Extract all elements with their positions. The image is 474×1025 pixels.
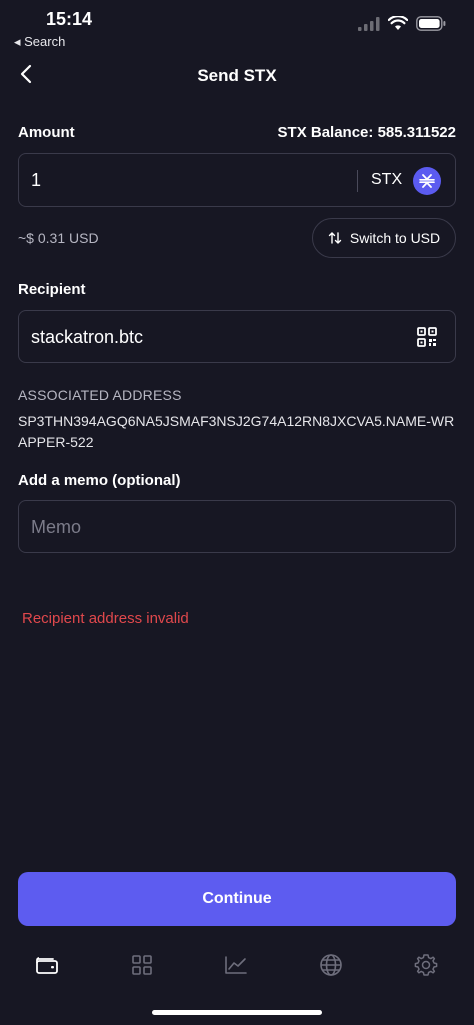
memo-input[interactable] bbox=[31, 513, 441, 541]
switch-currency-button[interactable]: Switch to USD bbox=[312, 218, 456, 258]
recipient-label: Recipient bbox=[18, 281, 86, 298]
amount-value[interactable]: 1 bbox=[31, 170, 41, 191]
page-title: Send STX bbox=[197, 66, 277, 85]
switch-currency-label: Switch to USD bbox=[349, 230, 441, 246]
memo-label: Add a memo (optional) bbox=[18, 472, 181, 489]
associated-address-label: ASSOCIATED ADDRESS bbox=[18, 387, 182, 403]
recipient-field[interactable]: stackatron.btc bbox=[18, 310, 456, 363]
wallet-icon bbox=[36, 957, 58, 974]
home-indicator bbox=[152, 1010, 322, 1015]
globe-icon bbox=[320, 954, 342, 976]
battery-icon bbox=[416, 16, 446, 31]
stx-logo-icon bbox=[413, 167, 441, 195]
gear-icon bbox=[414, 954, 438, 976]
currency-label: STX bbox=[371, 171, 403, 188]
fiat-estimate: ~$ 0.31 USD bbox=[18, 230, 99, 246]
tab-explore[interactable] bbox=[318, 952, 344, 978]
amount-label: Amount bbox=[18, 124, 75, 141]
status-time: 15:14 bbox=[46, 9, 93, 29]
chart-icon bbox=[225, 956, 247, 974]
swap-arrows-icon bbox=[328, 232, 342, 244]
tab-wallet[interactable] bbox=[34, 952, 60, 978]
grid-icon bbox=[132, 955, 152, 975]
wifi-icon bbox=[388, 16, 408, 30]
send-stx-screen: 15:14 ◂ Search Send STX Amount STX Balan… bbox=[0, 0, 474, 1025]
recipient-error-message: Recipient address invalid bbox=[22, 610, 189, 627]
associated-address-value: SP3THN394AGQ6NA5JSMAF3NSJ2G74A12RN8JXCVA… bbox=[18, 413, 455, 450]
tab-apps[interactable] bbox=[129, 952, 155, 978]
balance-text: STX Balance: 585.311522 bbox=[277, 124, 456, 141]
status-back-link[interactable]: ◂ Search bbox=[14, 34, 65, 50]
tab-stacking[interactable] bbox=[223, 952, 249, 978]
memo-field[interactable] bbox=[18, 500, 456, 553]
recipient-value[interactable]: stackatron.btc bbox=[31, 327, 143, 348]
status-icons bbox=[358, 16, 446, 31]
qr-scan-button[interactable] bbox=[417, 327, 437, 347]
bottom-tab-bar bbox=[0, 948, 474, 984]
tab-settings[interactable] bbox=[413, 952, 439, 978]
amount-divider bbox=[357, 170, 358, 192]
continue-button[interactable]: Continue bbox=[18, 872, 456, 926]
cellular-signal-icon bbox=[358, 16, 380, 31]
amount-field[interactable]: 1 STX bbox=[18, 153, 456, 207]
qr-code-icon bbox=[417, 327, 437, 347]
